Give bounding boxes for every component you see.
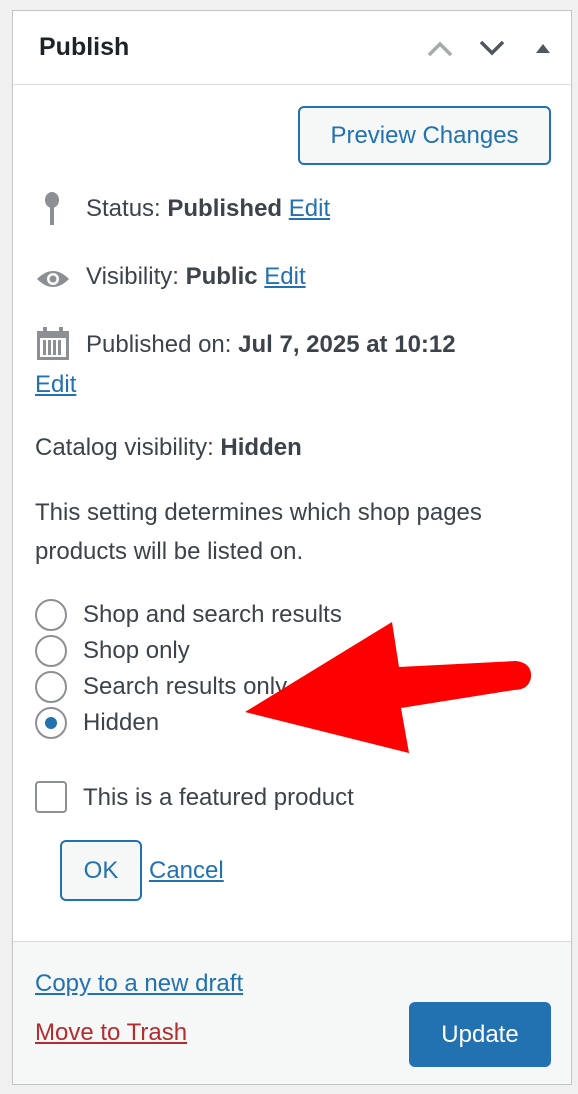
radio-label-search-results-only: Search results only [83, 673, 288, 700]
panel-header: Publish [13, 11, 571, 85]
publish-footer: Copy to a new draft Move to Trash Update [13, 941, 571, 1084]
visibility-value: Public [185, 263, 258, 290]
move-to-trash-link[interactable]: Move to Trash [35, 1019, 187, 1046]
published-on-row: Published on: Jul 7, 2025 at 10:12 [86, 331, 456, 359]
status-label: Status: [86, 195, 161, 222]
preview-changes-button[interactable]: Preview Changes [298, 106, 551, 165]
update-button[interactable]: Update [409, 1002, 551, 1067]
radio-label-hidden: Hidden [83, 709, 160, 736]
cancel-row: Cancel [149, 857, 224, 885]
visibility-row: Visibility: Public Edit [86, 263, 306, 291]
chevron-down-icon [477, 35, 507, 61]
publish-panel: Publish Preview Changes Status: Publishe… [12, 10, 572, 1085]
ok-button[interactable]: OK [60, 840, 142, 901]
cancel-link[interactable]: Cancel [149, 857, 224, 884]
copy-draft-row: Copy to a new draft [35, 970, 243, 998]
status-value: Published [167, 195, 283, 222]
featured-product-checkbox[interactable] [35, 781, 67, 813]
visibility-label: Visibility: [86, 263, 179, 290]
status-edit-link[interactable]: Edit [289, 195, 330, 222]
radio-shop-and-search[interactable] [35, 599, 67, 631]
visibility-edit-link[interactable]: Edit [264, 263, 305, 290]
published-on-edit-row: Edit [35, 371, 76, 399]
published-on-label: Published on: [86, 331, 232, 358]
eye-icon [35, 267, 71, 296]
catalog-visibility-row: Catalog visibility: Hidden [35, 434, 302, 462]
radio-shop-only[interactable] [35, 635, 67, 667]
move-down-button[interactable] [477, 35, 507, 61]
radio-label-shop-only: Shop only [83, 637, 190, 664]
pin-icon [41, 191, 63, 232]
published-on-edit-link[interactable]: Edit [35, 371, 76, 398]
catalog-description-line-2: products will be listed on. [35, 538, 304, 565]
trash-row: Move to Trash [35, 1019, 187, 1047]
copy-to-new-draft-link[interactable]: Copy to a new draft [35, 970, 243, 997]
featured-product-label: This is a featured product [83, 784, 354, 811]
move-up-button[interactable] [425, 35, 455, 61]
published-on-value: Jul 7, 2025 at 10:12 [238, 331, 456, 358]
catalog-visibility-label: Catalog visibility: [35, 434, 214, 461]
panel-title: Publish [39, 33, 130, 61]
toggle-panel-button[interactable] [533, 38, 553, 58]
chevron-up-icon [425, 35, 455, 61]
radio-search-results-only[interactable] [35, 671, 67, 703]
triangle-up-icon [533, 38, 553, 58]
catalog-visibility-value: Hidden [220, 434, 302, 461]
radio-label-shop-and-search: Shop and search results [83, 601, 342, 628]
catalog-description-line-1: This setting determines which shop pages [35, 499, 482, 526]
status-row: Status: Published Edit [86, 195, 330, 223]
calendar-icon [36, 327, 70, 366]
radio-hidden[interactable] [35, 707, 67, 739]
